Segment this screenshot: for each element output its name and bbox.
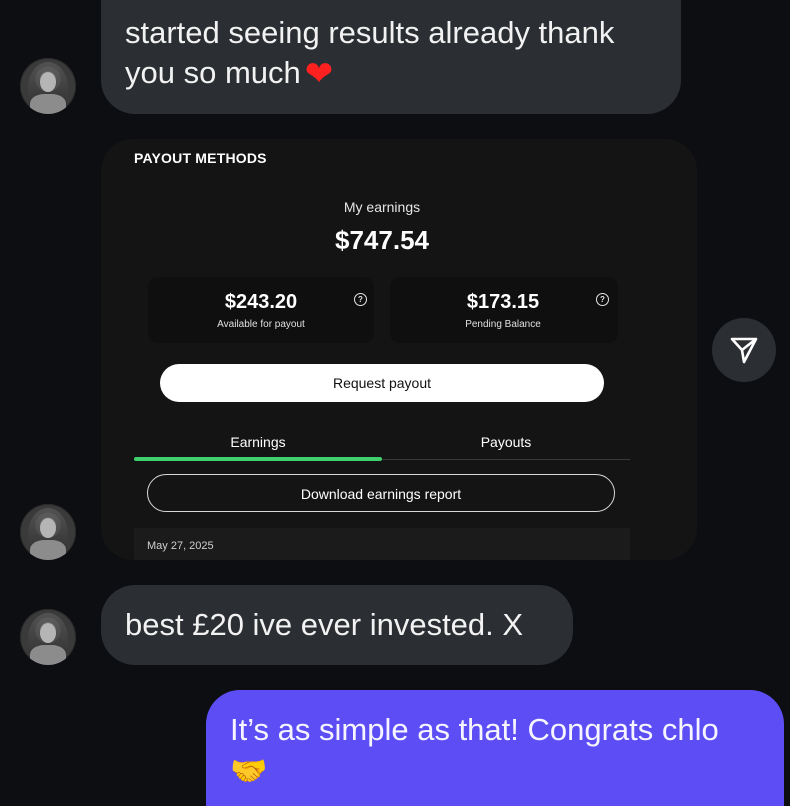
help-icon: ? bbox=[354, 293, 367, 306]
earnings-label: My earnings bbox=[343, 199, 421, 215]
avatar-face bbox=[40, 72, 56, 92]
available-value: $243.20 bbox=[224, 291, 298, 313]
incoming-message[interactable]: started seeing results already thank you… bbox=[101, 0, 681, 114]
avatar-body bbox=[30, 94, 66, 114]
download-earnings-report-button: Download earnings report bbox=[147, 474, 615, 512]
request-payout-button: Request payout bbox=[160, 364, 604, 402]
share-button[interactable] bbox=[712, 318, 776, 382]
pending-label: Pending Balance bbox=[465, 319, 541, 330]
avatar[interactable] bbox=[20, 504, 76, 560]
card-title: PAYOUT METHODS bbox=[134, 150, 267, 166]
pending-balance-box: $173.15 Pending Balance ? bbox=[390, 277, 618, 343]
date-row: May 27, 2025 bbox=[134, 528, 630, 560]
help-icon: ? bbox=[596, 293, 609, 306]
outgoing-message[interactable]: It’s as simple as that! Congrats chlo 🤝 bbox=[206, 690, 784, 806]
tab-payouts: Payouts bbox=[480, 434, 532, 450]
earnings-value: $747.54 bbox=[335, 225, 429, 255]
avatar-body bbox=[30, 540, 66, 560]
message-text: started seeing results already thank you… bbox=[125, 15, 615, 90]
avatar[interactable] bbox=[20, 58, 76, 114]
handshake-emoji: 🤝 bbox=[230, 754, 268, 789]
available-balance-box: $243.20 Available for payout ? bbox=[148, 277, 374, 343]
chat-thread: started seeing results already thank you… bbox=[0, 0, 790, 806]
incoming-message[interactable]: best £20 ive ever invested. X bbox=[101, 585, 573, 665]
message-text: It’s as simple as that! Congrats chlo bbox=[230, 712, 719, 747]
date-text: May 27, 2025 bbox=[147, 540, 214, 552]
avatar[interactable] bbox=[20, 609, 76, 665]
avatar-face bbox=[40, 518, 56, 538]
available-label: Available for payout bbox=[217, 319, 305, 330]
tab-earnings: Earnings bbox=[230, 434, 286, 450]
heart-emoji: ❤ bbox=[304, 54, 334, 94]
pending-value: $173.15 bbox=[466, 291, 540, 313]
active-tab-indicator bbox=[134, 457, 382, 461]
avatar-body bbox=[30, 645, 66, 665]
message-text: best £20 ive ever invested. X bbox=[125, 607, 524, 642]
payout-methods-screenshot[interactable]: PAYOUT METHODS My earnings $747.54 $243.… bbox=[101, 139, 697, 560]
paper-plane-icon bbox=[730, 337, 758, 364]
avatar-face bbox=[40, 623, 56, 643]
